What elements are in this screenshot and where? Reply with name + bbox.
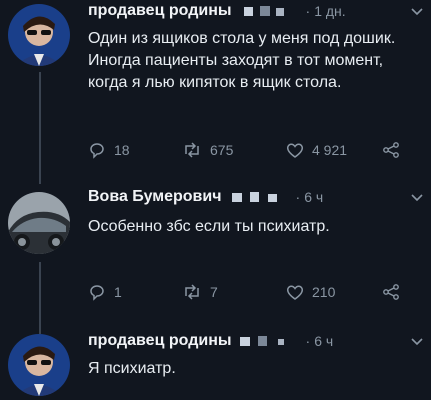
share-icon [383,142,399,158]
reply-icon [90,143,104,159]
avatar[interactable] [8,334,70,396]
retweet-icon [185,284,199,300]
emoji-flags [238,4,302,18]
retweet-icon [185,142,199,158]
tweet-actions: 18 675 4 921 [88,140,421,160]
tweet-2[interactable]: Вова Бумерович · 6 ч Особенно збс если т… [0,186,431,306]
chevron-down-icon[interactable] [411,190,423,205]
share-button[interactable] [382,284,408,300]
like-button[interactable]: 210 [286,284,382,300]
timestamp[interactable]: 6 ч [314,333,333,349]
tweet-text: Особенно збс если ты психиатр. [88,218,330,235]
tweet-3[interactable]: продавец родины · 6 ч Я психиатр. [0,330,431,400]
retweet-count: 675 [210,142,234,158]
avatar[interactable] [8,192,70,254]
author-name[interactable]: Вова Бумерович [88,188,222,206]
reply-button[interactable]: 1 [88,283,182,301]
share-button[interactable] [382,142,408,158]
like-icon [286,143,304,158]
reply-button[interactable]: 18 [88,141,182,159]
retweet-button[interactable]: 7 [182,284,286,300]
author-name[interactable]: продавец родины [88,332,232,350]
chevron-down-icon[interactable] [411,334,423,349]
like-icon [286,285,304,300]
avatar[interactable] [8,4,70,66]
like-count: 4 921 [312,142,348,158]
tweet-1[interactable]: продавец родины · 1 дн. Один из ящиков с… [0,0,431,170]
separator-dot: · [295,189,301,205]
like-button[interactable]: 4 921 [286,142,382,158]
timestamp[interactable]: 1 дн. [314,3,345,19]
chevron-down-icon[interactable] [411,4,423,19]
tweet-actions: 1 7 210 [88,282,421,302]
emoji-flags [228,190,292,204]
tweet-text: Один из ящиков стола у меня под дошик. И… [88,30,396,91]
retweet-count: 7 [210,284,218,300]
emoji-flags [238,334,302,348]
reply-count: 1 [114,284,122,300]
timestamp[interactable]: 6 ч [304,189,323,205]
share-icon [383,284,399,300]
like-count: 210 [312,284,336,300]
retweet-button[interactable]: 675 [182,142,286,158]
author-name[interactable]: продавец родины [88,2,232,20]
separator-dot: · [305,333,311,349]
separator-dot: · [305,3,311,19]
reply-icon [90,285,104,301]
reply-count: 18 [114,142,130,158]
tweet-text: Я психиатр. [88,360,176,377]
